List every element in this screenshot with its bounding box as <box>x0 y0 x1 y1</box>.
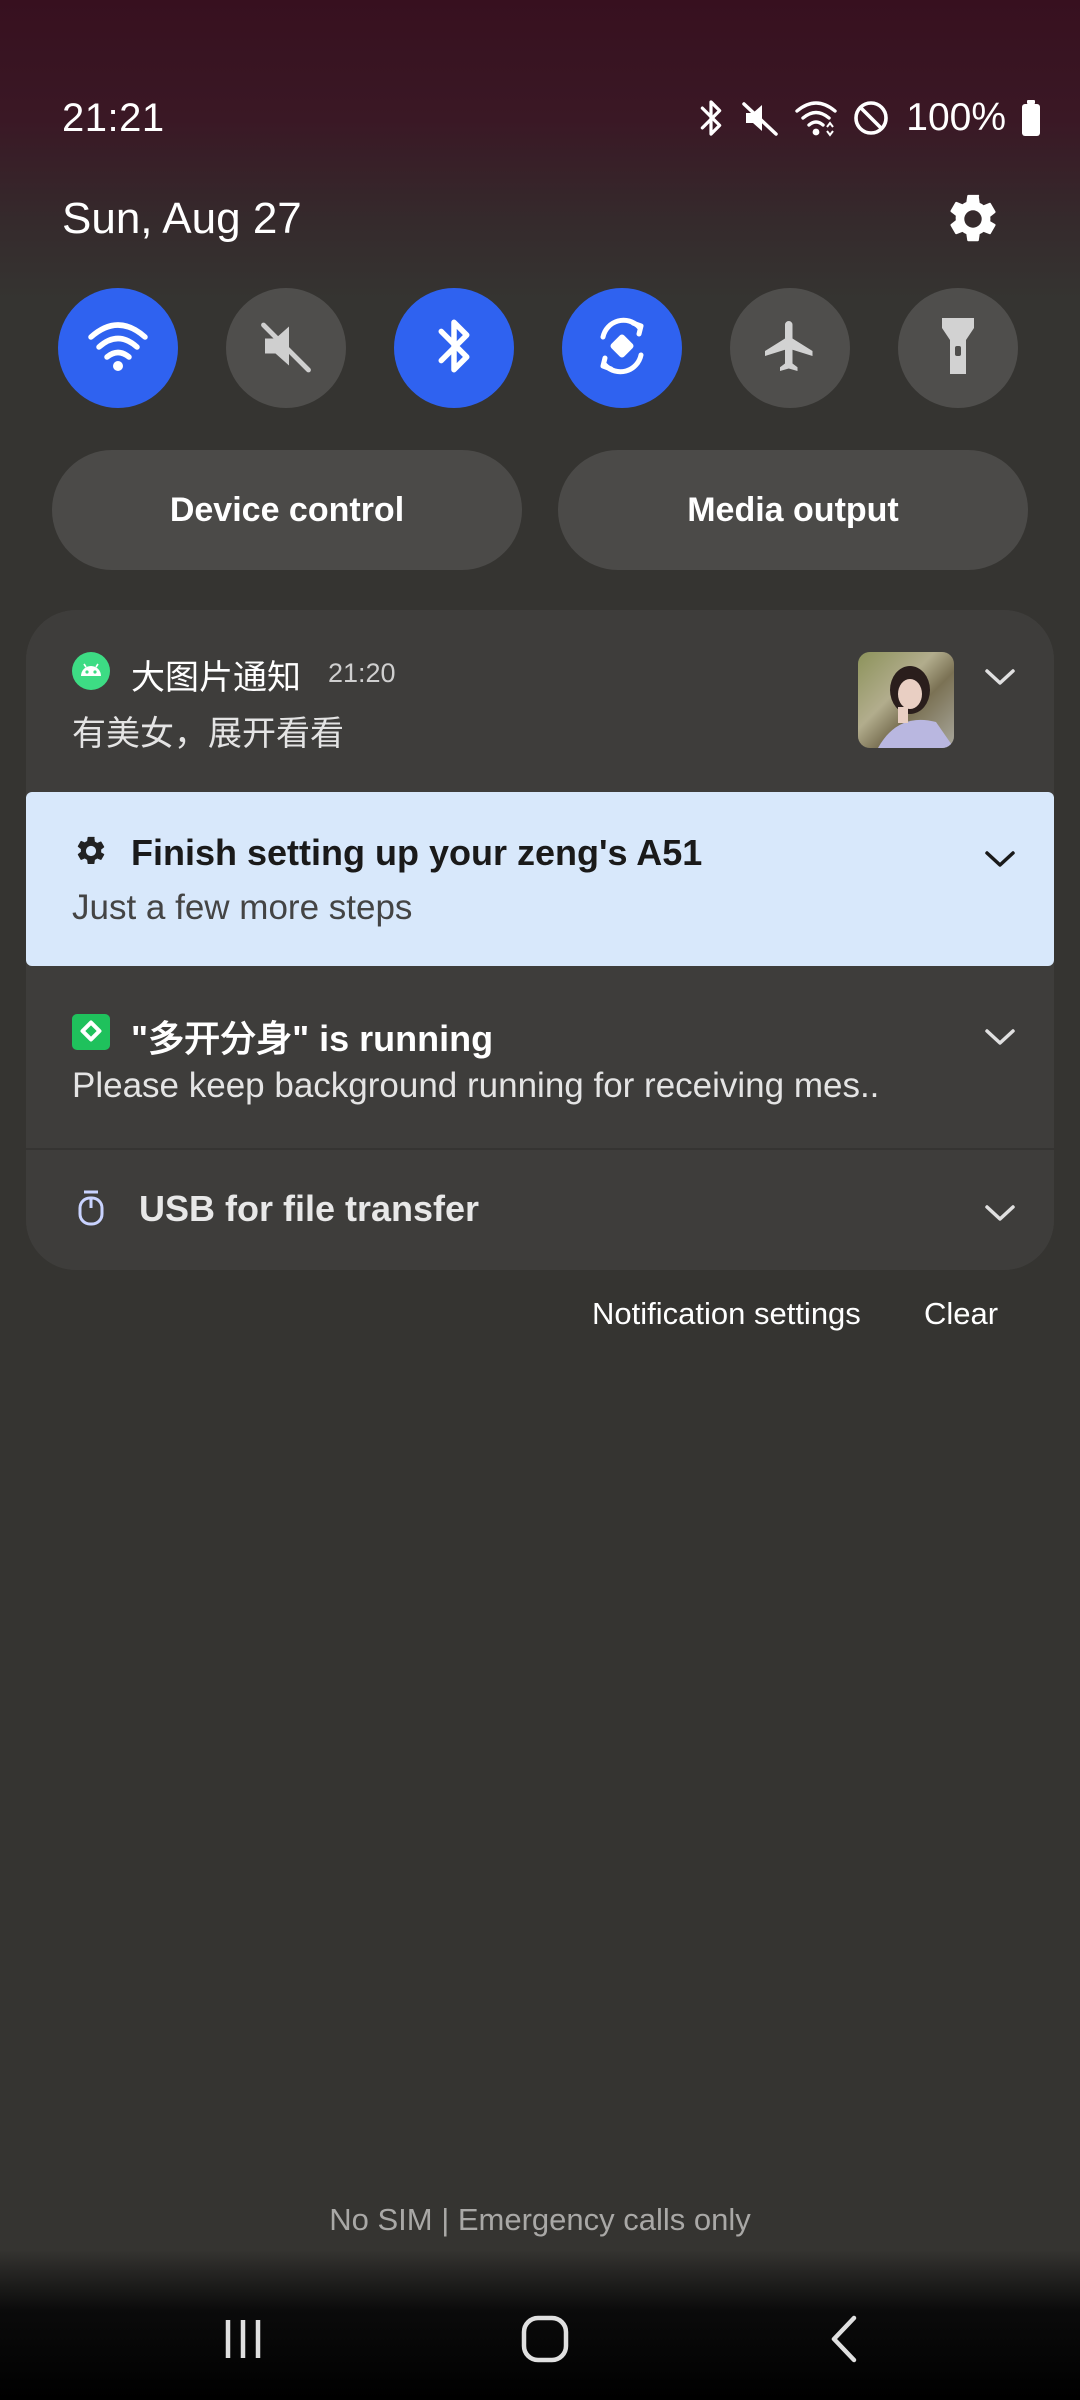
gear-icon[interactable] <box>944 190 1002 248</box>
home-icon[interactable] <box>520 2314 570 2369</box>
wifi-icon <box>794 98 838 138</box>
do-not-disturb-icon <box>852 99 890 137</box>
expand-chevron-icon[interactable] <box>982 1026 1018 1048</box>
bluetooth-icon <box>696 97 726 139</box>
bluetooth-toggle[interactable] <box>394 288 514 408</box>
notification-big-picture[interactable]: 大图片通知 21:20 有美女，展开看看 <box>26 610 1054 790</box>
battery-percentage: 100% <box>906 96 1006 139</box>
gear-icon <box>74 834 108 873</box>
notification-text: 有美女，展开看看 <box>72 715 344 753</box>
usb-icon <box>76 1190 106 1235</box>
media-output-button[interactable]: Media output <box>558 450 1028 570</box>
status-time: 21:21 <box>62 96 165 140</box>
device-control-button[interactable]: Device control <box>52 450 522 570</box>
expand-chevron-icon[interactable] <box>982 848 1018 870</box>
android-icon <box>72 652 110 695</box>
sound-toggle[interactable] <box>226 288 346 408</box>
notification-settings-button[interactable]: Notification settings <box>592 1296 861 1332</box>
flashlight-icon <box>936 314 980 383</box>
notification-title: "多开分身" is running <box>131 1018 494 1059</box>
back-icon[interactable] <box>826 2314 862 2369</box>
bluetooth-icon <box>432 315 476 382</box>
notification-time: 21:20 <box>328 658 396 688</box>
header-background <box>0 0 1080 340</box>
flashlight-toggle[interactable] <box>898 288 1018 408</box>
mute-icon <box>740 98 780 138</box>
rotate-icon <box>589 313 655 384</box>
status-icons: 100% <box>696 92 1042 144</box>
notification-app-name: 大图片通知 <box>131 659 301 697</box>
notification-thumbnail <box>858 652 954 748</box>
airplane-mode-toggle[interactable] <box>730 288 850 408</box>
notification-finish-setup[interactable]: Finish setting up your zeng's A51 Just a… <box>26 792 1054 966</box>
recents-icon[interactable] <box>220 2316 266 2367</box>
app-icon <box>72 1014 110 1055</box>
wifi-icon <box>87 319 149 378</box>
notification-text: Just a few more steps <box>72 888 413 927</box>
auto-rotate-toggle[interactable] <box>562 288 682 408</box>
expand-chevron-icon[interactable] <box>982 666 1018 688</box>
wifi-toggle[interactable] <box>58 288 178 408</box>
notification-app-running[interactable]: "多开分身" is running Please keep background… <box>26 970 1054 1150</box>
notification-usb[interactable]: USB for file transfer <box>26 1150 1054 1270</box>
mute-icon <box>256 316 316 381</box>
clear-button[interactable]: Clear <box>924 1296 998 1332</box>
expand-chevron-icon[interactable] <box>982 1202 1018 1224</box>
battery-icon <box>1020 99 1042 137</box>
notification-text: Please keep background running for recei… <box>72 1066 880 1105</box>
notification-title: USB for file transfer <box>139 1188 480 1229</box>
notification-panel: 大图片通知 21:20 有美女，展开看看 Finish setting up y… <box>26 610 1054 1270</box>
date-label: Sun, Aug 27 <box>62 194 302 243</box>
navigation-bar <box>0 2250 1080 2400</box>
airplane-icon <box>760 316 820 381</box>
notification-title: Finish setting up your zeng's A51 <box>131 832 703 873</box>
carrier-status: No SIM | Emergency calls only <box>329 2202 751 2237</box>
